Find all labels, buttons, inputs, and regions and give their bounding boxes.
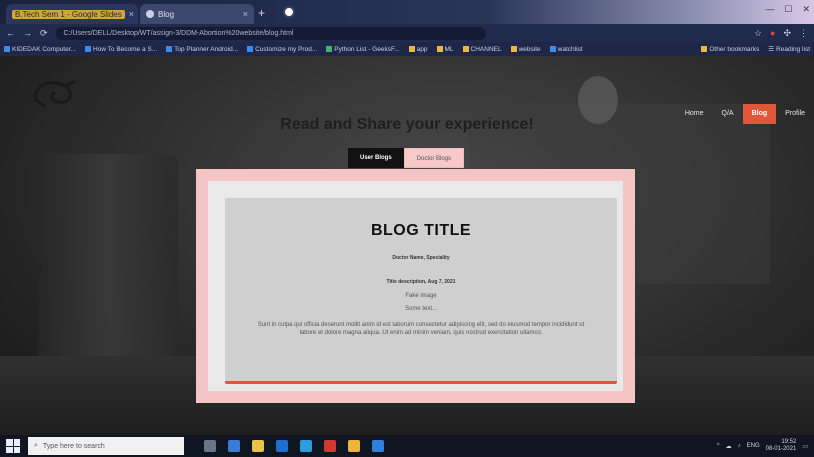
puzzle-icon[interactable]: ✣ bbox=[783, 28, 791, 39]
clock-time: 19:52 bbox=[781, 439, 797, 445]
bookmark-icon bbox=[84, 46, 91, 52]
bookmark-icon bbox=[4, 46, 10, 52]
reload-icon[interactable]: ⟳ bbox=[40, 28, 48, 39]
mail-icon[interactable] bbox=[276, 440, 288, 452]
folder-icon bbox=[462, 46, 469, 52]
browser-tab-slides[interactable]: B.Tech Sem 1 - Google Slides × bbox=[6, 4, 138, 24]
bookmark[interactable]: Top Planner Android... bbox=[166, 46, 238, 53]
network-icon[interactable]: ☁ bbox=[726, 443, 732, 450]
bookmark-icon bbox=[549, 46, 556, 52]
browser-tab-blog[interactable]: Blog × bbox=[140, 4, 254, 24]
blog-paragraph: Sunt in culpa qui officia deserunt molli… bbox=[257, 322, 585, 336]
close-window-icon[interactable]: ✕ bbox=[802, 4, 810, 15]
globe-icon bbox=[146, 10, 154, 18]
tab-label: Blog bbox=[158, 9, 175, 19]
store-icon[interactable] bbox=[252, 440, 264, 452]
bookmark-folder[interactable]: website bbox=[510, 46, 541, 53]
bookmark-folder[interactable]: ML bbox=[436, 46, 454, 53]
folder-icon bbox=[701, 46, 708, 52]
record-icon[interactable] bbox=[283, 6, 295, 18]
search-icon: ⌕ bbox=[34, 442, 38, 449]
taskbar-search[interactable]: ⌕ Type here to search bbox=[28, 437, 184, 455]
windows-start-icon[interactable] bbox=[6, 439, 20, 453]
clock-date: 08-01-2021 bbox=[765, 446, 797, 452]
close-tab-icon[interactable]: × bbox=[129, 9, 134, 19]
file-explorer-icon[interactable] bbox=[228, 440, 240, 452]
back-icon[interactable]: ← bbox=[6, 28, 15, 38]
bookmarks-bar: KIDEDAK Computer... How To Become a S...… bbox=[0, 42, 814, 56]
system-tray: ^ ☁ ♪ ENG 19:52 08-01-2021 ▭ bbox=[717, 439, 808, 453]
edge-icon[interactable] bbox=[300, 440, 312, 452]
bookmark[interactable]: Customize my Prod... bbox=[247, 46, 317, 53]
minimize-icon[interactable]: — bbox=[765, 4, 774, 15]
blog-title: BLOG TITLE bbox=[370, 222, 472, 239]
reading-list-icon: ☰ bbox=[768, 46, 775, 53]
chrome-icon[interactable] bbox=[348, 440, 360, 452]
bookmark-folder[interactable]: app bbox=[408, 46, 428, 53]
page-viewport: Home Q/A Blog Profile Read and Share you… bbox=[0, 56, 814, 435]
bookmark-icon bbox=[247, 46, 254, 52]
reading-list[interactable]: ☰ Reading list bbox=[768, 45, 810, 54]
star-icon[interactable]: ☆ bbox=[754, 28, 762, 39]
blog-meta: Title description, Aug 7, 2021 bbox=[386, 279, 456, 285]
blog-short-text: Some text... bbox=[404, 306, 437, 312]
bookmark-folder[interactable]: CHANNEL bbox=[462, 46, 502, 53]
folder-icon bbox=[510, 46, 517, 52]
pinned-apps bbox=[204, 440, 384, 452]
bookmark-icon bbox=[326, 46, 333, 52]
bookmark-folder[interactable]: watchlist bbox=[549, 46, 583, 53]
bookmark[interactable]: KIDEDAK Computer... bbox=[4, 46, 76, 53]
page-title: Read and Share your experience! bbox=[280, 116, 534, 133]
new-tab-icon[interactable]: + bbox=[258, 6, 265, 20]
volume-icon[interactable]: ♪ bbox=[738, 443, 741, 449]
search-placeholder: Type here to search bbox=[42, 442, 105, 450]
tray-arrow-icon[interactable]: ^ bbox=[717, 443, 720, 449]
forward-icon[interactable]: → bbox=[23, 28, 32, 38]
bookmark[interactable]: How To Become a S... bbox=[84, 46, 157, 53]
menu-icon[interactable]: ⋮ bbox=[799, 28, 808, 39]
background-mug bbox=[38, 154, 178, 384]
extension-icons: ☆ ● ✣ ⋮ bbox=[754, 28, 808, 39]
tab-user-blogs[interactable]: User Blogs bbox=[348, 148, 404, 168]
tab-label: B.Tech Sem 1 - Google Slides bbox=[12, 9, 125, 19]
app-icon[interactable] bbox=[324, 440, 336, 452]
browser-tabbar: B.Tech Sem 1 - Google Slides × Blog × + … bbox=[0, 0, 814, 24]
blog-tabs: User Blogs Doctor Blogs bbox=[348, 148, 465, 168]
taskbar-clock[interactable]: 19:52 08-01-2021 bbox=[766, 439, 797, 453]
task-view-icon[interactable] bbox=[204, 440, 216, 452]
vscode-icon[interactable] bbox=[372, 440, 384, 452]
site-logo-icon[interactable] bbox=[30, 78, 80, 112]
folder-icon bbox=[436, 46, 443, 52]
address-bar-row: ← → ⟳ C:/Users/DELL/Desktop/WT/assign-3/… bbox=[0, 24, 814, 42]
extension-icon[interactable]: ● bbox=[770, 28, 775, 39]
language-indicator[interactable]: ENG bbox=[747, 443, 760, 449]
window-controls: — ☐ ✕ bbox=[765, 4, 810, 15]
blog-panel: BLOG TITLE Doctor Name, Speciality Title… bbox=[196, 169, 635, 403]
blog-image-placeholder: Fake image bbox=[405, 293, 437, 299]
url-field[interactable]: C:/Users/DELL/Desktop/WT/assign-3/DDM-Ab… bbox=[55, 26, 486, 40]
blog-card[interactable]: BLOG TITLE Doctor Name, Speciality Title… bbox=[225, 198, 617, 384]
blog-author: Doctor Name, Speciality bbox=[392, 255, 450, 261]
bookmark-icon bbox=[166, 46, 173, 52]
bookmark[interactable]: Python List - GeeksF... bbox=[326, 46, 400, 53]
tab-doctor-blogs[interactable]: Doctor Blogs bbox=[403, 148, 465, 168]
os-taskbar: ⌕ Type here to search ^ ☁ ♪ ENG 19:52 08… bbox=[0, 435, 814, 457]
notification-icon[interactable]: ▭ bbox=[802, 443, 808, 450]
close-tab-icon[interactable]: × bbox=[243, 9, 248, 19]
folder-icon bbox=[408, 46, 415, 52]
maximize-icon[interactable]: ☐ bbox=[784, 4, 792, 15]
other-bookmarks[interactable]: Other bookmarks bbox=[701, 46, 759, 53]
